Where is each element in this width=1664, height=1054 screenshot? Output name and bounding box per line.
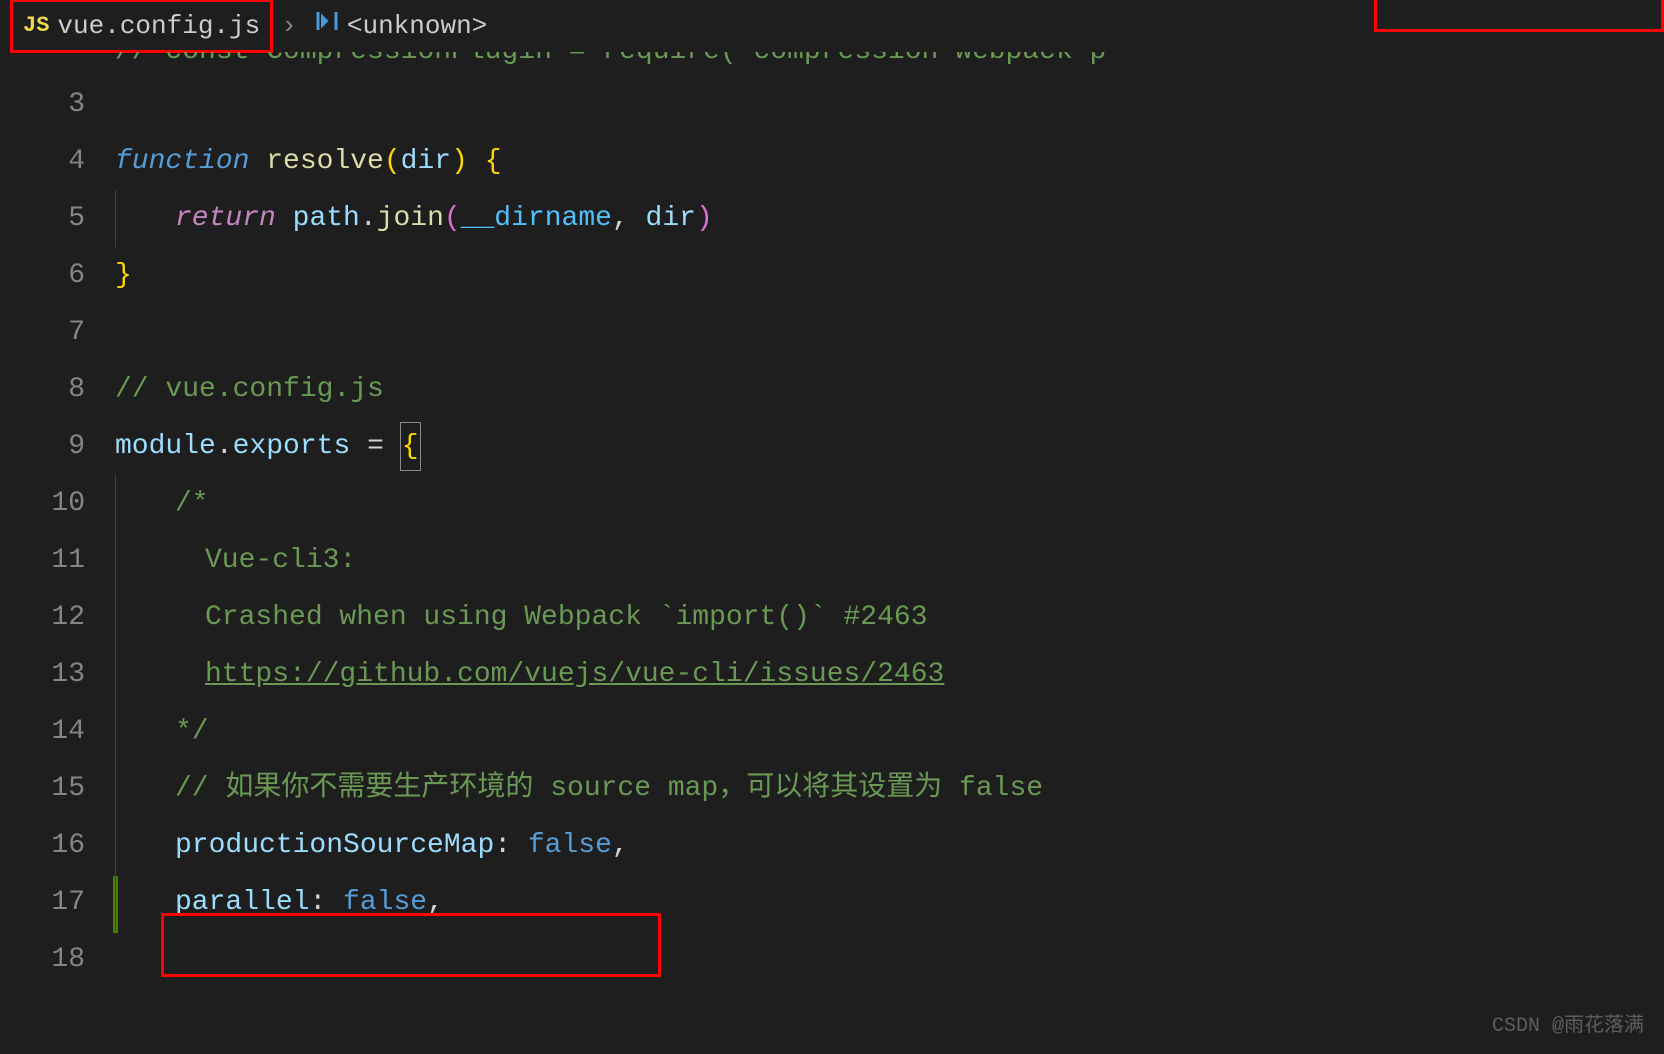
top-right-highlight-box [1374,0,1664,32]
code-line: Vue-cli3: [115,532,1664,589]
code-line: */ [115,703,1664,760]
breadcrumb-symbol[interactable]: <unknown> [305,2,497,50]
line-number: 5 [0,190,85,247]
js-file-icon: JS [23,7,49,44]
line-number: 13 [0,646,85,703]
line-number: 14 [0,703,85,760]
line-number: 11 [0,532,85,589]
line-number: 17 [0,874,85,931]
breadcrumb-separator: › [281,4,297,48]
code-line [115,304,1664,361]
parallel-highlight-box [161,913,661,977]
line-number: 3 [0,76,85,133]
line-number: 7 [0,304,85,361]
line-number: 18 [0,931,85,988]
code-line [115,76,1664,133]
breadcrumb-file-label: vue.config.js [57,4,260,48]
code-line: // vue.config.js [115,361,1664,418]
line-gutter: 3 4 5 6 7 8 9 10 11 12 13 14 15 16 17 18 [0,52,115,1054]
line-number: 12 [0,589,85,646]
breadcrumb-file[interactable]: JS vue.config.js [10,0,273,53]
code-line: productionSourceMap: false, [115,817,1664,874]
line-number: 15 [0,760,85,817]
code-line: module.exports = { [115,418,1664,475]
code-line: // const CompressionPlugin = require('co… [115,52,1664,76]
code-line: } [115,247,1664,304]
code-line: // 如果你不需要生产环境的 source map，可以将其设置为 false [115,760,1664,817]
code-line: /* [115,475,1664,532]
code-content[interactable]: // const CompressionPlugin = require('co… [115,52,1664,1054]
line-number: 6 [0,247,85,304]
line-number: 9 [0,418,85,475]
line-number: 8 [0,361,85,418]
code-line: Crashed when using Webpack `import()` #2… [115,589,1664,646]
line-number: 4 [0,133,85,190]
line-number: 16 [0,817,85,874]
code-line: function resolve(dir) { [115,133,1664,190]
line-number: 10 [0,475,85,532]
editor-area[interactable]: 3 4 5 6 7 8 9 10 11 12 13 14 15 16 17 18… [0,52,1664,1054]
watermark: CSDN @雨花落满 [1492,1010,1644,1044]
breadcrumb-symbol-label: <unknown> [347,4,487,48]
code-line: return path.join(__dirname, dir) [115,190,1664,247]
symbol-icon [315,4,339,48]
code-line: https://github.com/vuejs/vue-cli/issues/… [115,646,1664,703]
